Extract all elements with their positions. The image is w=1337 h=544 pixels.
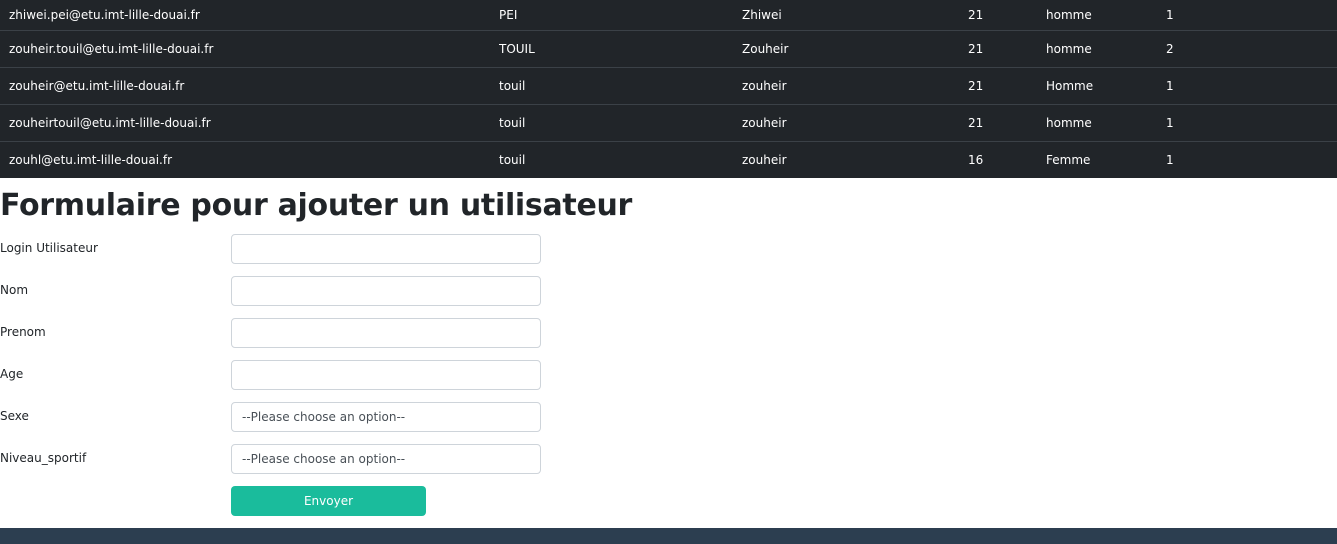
cell-niveau: 1 [1166, 104, 1337, 142]
table-row: zouhl@etu.imt-lille-douai.fr touil zouhe… [0, 142, 1337, 179]
form-row-prenom: Prenom [0, 318, 541, 348]
cell-prenom: zouheir [742, 104, 968, 142]
cell-age: 21 [968, 67, 1046, 105]
cell-prenom: Zhiwei [742, 0, 968, 31]
sexe-select-value: --Please choose an option-- [242, 410, 406, 424]
cell-niveau: 1 [1166, 67, 1337, 105]
table-row: zouheirtouil@etu.imt-lille-douai.fr toui… [0, 104, 1337, 142]
cell-prenom: zouheir [742, 67, 968, 105]
login-label: Login Utilisateur [0, 241, 98, 255]
cell-age: 21 [968, 30, 1046, 68]
cell-prenom: zouheir [742, 153, 787, 167]
cell-nom: touil [499, 153, 526, 167]
cell-nom: TOUIL [499, 30, 742, 68]
cell-sexe: homme [1046, 30, 1166, 68]
cell-prenom: Zouheir [742, 30, 968, 68]
login-input[interactable] [231, 234, 541, 264]
users-table-container: zhiwei.pei@etu.imt-lille-douai.fr PEI Zh… [0, 0, 1337, 178]
form-row-login: Login Utilisateur [0, 234, 541, 264]
cell-niveau: 1 [1166, 0, 1337, 31]
age-input[interactable] [231, 360, 541, 390]
nom-input[interactable] [231, 276, 541, 306]
cell-nom: touil [499, 104, 742, 142]
sexe-select[interactable]: --Please choose an option-- [231, 402, 541, 432]
footer-bar [0, 528, 1337, 544]
cell-nom: PEI [499, 0, 742, 31]
cell-login: zouhl@etu.imt-lille-douai.fr [9, 153, 173, 167]
prenom-label: Prenom [0, 325, 46, 339]
form-row-sexe: Sexe --Please choose an option-- [0, 402, 541, 432]
submit-button[interactable]: Envoyer [231, 486, 426, 516]
form-row-nom: Nom [0, 276, 541, 306]
form-row-age: Age [0, 360, 541, 390]
cell-sexe: homme [1046, 0, 1166, 31]
users-table: zhiwei.pei@etu.imt-lille-douai.fr PEI Zh… [0, 0, 1337, 178]
form-title: Formulaire pour ajouter un utilisateur [0, 188, 633, 223]
cell-login: zhiwei.pei@etu.imt-lille-douai.fr [0, 0, 499, 31]
cell-sexe: Homme [1046, 67, 1166, 105]
sexe-label: Sexe [0, 409, 29, 423]
age-label: Age [0, 367, 24, 381]
table-row: zouheir@etu.imt-lille-douai.fr touil zou… [0, 67, 1337, 105]
cell-age: 21 [968, 104, 1046, 142]
cell-age: 21 [968, 0, 1046, 31]
form-row-niveau-sportif: Niveau_sportif --Please choose an option… [0, 444, 541, 474]
table-row: zhiwei.pei@etu.imt-lille-douai.fr PEI Zh… [0, 0, 1337, 31]
cell-sexe: homme [1046, 104, 1166, 142]
cell-login: zouheir@etu.imt-lille-douai.fr [0, 67, 499, 105]
table-row: zouheir.touil@etu.imt-lille-douai.fr TOU… [0, 30, 1337, 68]
cell-niveau: 2 [1166, 30, 1337, 68]
cell-niveau: 1 [1166, 153, 1174, 167]
add-user-form: Login Utilisateur Nom Prenom Age Sexe --… [0, 234, 1337, 524]
prenom-input[interactable] [231, 318, 541, 348]
cell-age: 16 [968, 153, 984, 167]
niveau-sportif-label: Niveau_sportif [0, 451, 87, 465]
niveau-sportif-select[interactable]: --Please choose an option-- [231, 444, 541, 474]
cell-login: zouheirtouil@etu.imt-lille-douai.fr [0, 104, 499, 142]
cell-sexe: Femme [1046, 153, 1091, 167]
cell-login: zouheir.touil@etu.imt-lille-douai.fr [0, 30, 499, 68]
cell-nom: touil [499, 67, 742, 105]
nom-label: Nom [0, 283, 29, 297]
niveau-sportif-select-value: --Please choose an option-- [242, 452, 406, 466]
